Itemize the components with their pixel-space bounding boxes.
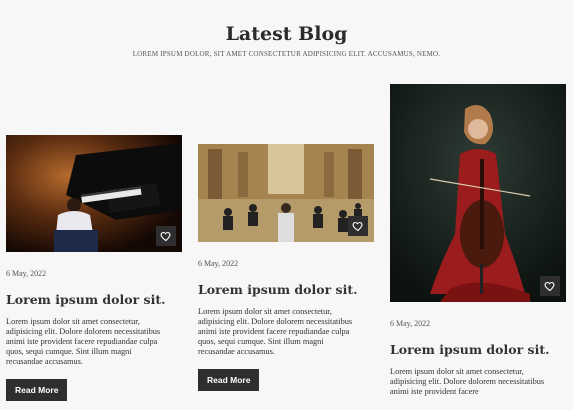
- post-date: 6 May, 2022: [390, 319, 431, 328]
- read-more-button[interactable]: Read More: [6, 379, 68, 401]
- blog-image-cellist[interactable]: [390, 84, 566, 302]
- blog-image-orchestra[interactable]: [198, 144, 374, 242]
- favorite-button[interactable]: [156, 226, 176, 246]
- section-subtitle: LOREM IPSUM DOLOR, SIT AMET CONSECTETUR …: [132, 50, 441, 58]
- cellist-illustration: [390, 84, 566, 302]
- post-excerpt: Lorem ipsum dolor sit amet consectetur, …: [6, 317, 161, 366]
- heart-icon: [160, 231, 171, 242]
- post-excerpt: Lorem ipsum dolor sit amet consectetur, …: [390, 367, 545, 396]
- favorite-button[interactable]: [348, 216, 368, 236]
- heart-icon: [544, 281, 555, 292]
- post-date: 6 May, 2022: [6, 269, 47, 278]
- post-excerpt: Lorem ipsum dolor sit amet consectetur, …: [198, 307, 353, 356]
- blog-card-3: 6 May, 2022 Lorem ipsum dolor sit. Lorem…: [390, 84, 566, 397]
- favorite-button[interactable]: [540, 276, 560, 296]
- blog-card-1: 6 May, 2022 Lorem ipsum dolor sit. Lorem…: [6, 135, 182, 401]
- post-date: 6 May, 2022: [198, 259, 239, 268]
- post-title[interactable]: Lorem ipsum dolor sit.: [390, 342, 566, 357]
- heart-icon: [352, 221, 363, 232]
- read-more-button[interactable]: Read More: [198, 369, 260, 391]
- blog-card-2: 6 May, 2022 Lorem ipsum dolor sit. Lorem…: [198, 144, 374, 391]
- post-title[interactable]: Lorem ipsum dolor sit.: [198, 282, 374, 297]
- post-title[interactable]: Lorem ipsum dolor sit.: [6, 292, 182, 307]
- section-title: Latest Blog: [225, 23, 348, 45]
- blog-image-pianist[interactable]: [6, 135, 182, 252]
